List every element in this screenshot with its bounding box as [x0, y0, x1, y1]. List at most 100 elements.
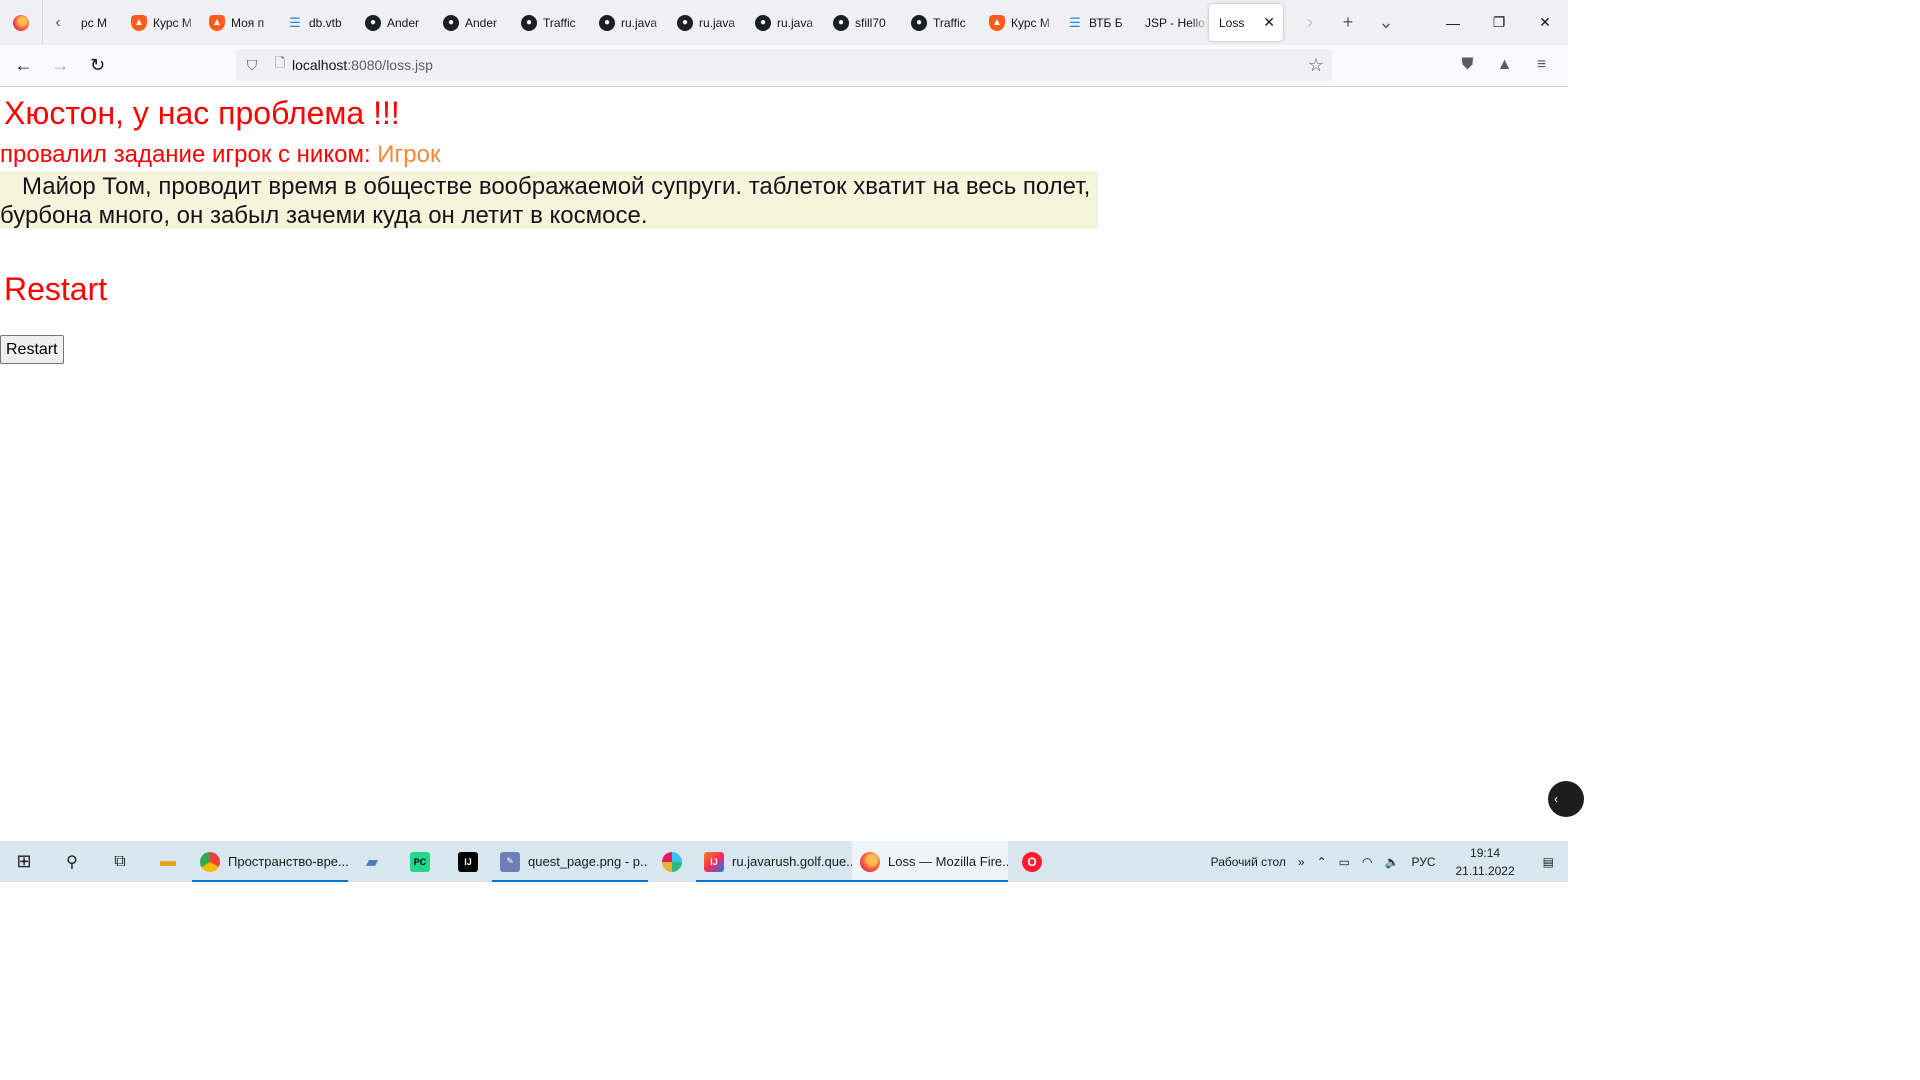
intellij-icon: IJ: [704, 851, 724, 872]
notifications-icon[interactable]: ▤: [1529, 855, 1568, 869]
tab[interactable]: ▲ Курс М: [981, 0, 1059, 45]
wifi-icon[interactable]: ◠: [1356, 855, 1378, 869]
file-explorer-icon[interactable]: ▬: [144, 841, 192, 882]
db-icon: ☰: [1069, 14, 1081, 30]
tab-label: Ander: [465, 15, 498, 30]
pycharm-icon[interactable]: PC: [396, 841, 444, 882]
tab[interactable]: рс М: [73, 0, 123, 45]
volume-icon[interactable]: 🔈: [1379, 855, 1406, 869]
tab[interactable]: ● Ander: [357, 0, 435, 45]
tab[interactable]: ● Traffic: [903, 0, 981, 45]
taskbar-app[interactable]: ✎ quest_page.png - p...: [492, 841, 648, 882]
taskbar-app-active[interactable]: Loss — Mozilla Fire...: [852, 841, 1008, 882]
github-icon: ●: [443, 14, 459, 31]
windows-taskbar: ⊞ ⚲ ⧉ ▬ Пространство-вре... ▰ PC IJ ✎ qu…: [0, 841, 1568, 882]
new-tab-icon[interactable]: +: [1329, 0, 1367, 45]
account-icon[interactable]: ▲: [1486, 49, 1523, 81]
collapse-arrow-icon[interactable]: ‹: [1548, 781, 1584, 817]
tab[interactable]: ● Ander: [435, 0, 513, 45]
tab-label: JSP - Hello: [1145, 15, 1205, 30]
restart-heading: Restart: [4, 271, 108, 307]
list-all-tabs-icon[interactable]: ⌄: [1367, 0, 1405, 45]
taskbar-app-label: quest_page.png - p...: [528, 854, 648, 869]
menu-icon[interactable]: ≡: [1523, 49, 1560, 81]
tracking-protection-shield-icon[interactable]: ⛉: [236, 57, 268, 74]
opera-icon[interactable]: O: [1008, 841, 1056, 882]
tab[interactable]: ☰ ВТБ Б: [1059, 0, 1137, 45]
github-icon: ●: [677, 14, 693, 31]
windows-start-icon[interactable]: ⊞: [0, 841, 48, 882]
tab-label: Курс М: [153, 15, 192, 30]
tab-label: db.vtb: [309, 15, 342, 30]
tab[interactable]: JSP - Hello: [1137, 0, 1209, 45]
tab-label: Ander: [387, 15, 420, 30]
story-text: Майор Том, проводит время в обществе воо…: [0, 171, 1098, 229]
tab-label: ru.java: [621, 15, 658, 30]
tab[interactable]: ● ru.java: [669, 0, 747, 45]
firefox-view-button[interactable]: [0, 0, 43, 45]
slack-icon[interactable]: [648, 841, 696, 882]
remote-desktop-icon[interactable]: ▰: [348, 841, 396, 882]
clock[interactable]: 19:14 21.11.2022: [1441, 844, 1528, 880]
tab-label: sfill70: [855, 15, 886, 30]
reload-icon[interactable]: ↻: [79, 50, 116, 82]
navigation-toolbar: ← → ↻ ⛉ 🗋 localhost:8080/loss.jsp ☆ ⛊ ▲ …: [0, 45, 1568, 87]
chevron-right-icon[interactable]: »: [1292, 855, 1311, 869]
page-info-icon[interactable]: 🗋: [268, 54, 292, 76]
bookmark-star-icon[interactable]: ☆: [1308, 55, 1324, 76]
taskbar-app-label: ru.javarush.golf.que...: [732, 854, 852, 869]
tab-label: ВТБ Б: [1089, 15, 1123, 30]
player-nickname: Игрок: [377, 141, 441, 168]
tab-label: Курс М: [1011, 15, 1050, 30]
tab[interactable]: ● ru.java: [591, 0, 669, 45]
tab-scroll-left-icon[interactable]: ‹: [43, 0, 73, 45]
taskbar-app-label: Пространство-вре...: [228, 854, 348, 869]
tab[interactable]: ● sfill70: [825, 0, 903, 45]
meet-now-icon[interactable]: ▭: [1333, 855, 1356, 869]
brave-icon: ▲: [209, 14, 225, 31]
restart-button[interactable]: Restart: [0, 335, 64, 364]
forward-icon[interactable]: →: [42, 50, 79, 82]
github-icon: ●: [599, 14, 615, 31]
desktop-toolbar-label[interactable]: Рабочий стол: [1205, 855, 1292, 869]
tab-active[interactable]: Loss ✕: [1209, 4, 1283, 41]
url-host: localhost: [292, 57, 348, 73]
brave-icon: ▲: [989, 14, 1005, 31]
firefox-icon: [860, 851, 880, 872]
tab-label: Моя п: [231, 15, 265, 30]
tab-scroll-right-icon[interactable]: ›: [1291, 0, 1329, 45]
tab-label: рс М: [81, 15, 108, 30]
url-bar[interactable]: ⛉ 🗋 localhost:8080/loss.jsp ☆: [236, 49, 1332, 81]
page-headline: Хюстон, у нас проблема !!!: [4, 95, 400, 131]
tab[interactable]: ● Traffic: [513, 0, 591, 45]
restore-window-icon[interactable]: ❐: [1476, 0, 1522, 45]
github-icon: ●: [521, 14, 537, 31]
player-prefix: провалил задание игрок с ником:: [0, 141, 371, 168]
close-window-icon[interactable]: ✕: [1522, 0, 1568, 45]
clock-time: 19:14: [1470, 845, 1501, 860]
firefox-icon: [13, 14, 29, 31]
language-indicator[interactable]: РУС: [1405, 855, 1441, 869]
task-view-icon[interactable]: ⧉: [96, 841, 144, 882]
tab[interactable]: ▲ Моя п: [201, 0, 279, 45]
taskbar-app[interactable]: Пространство-вре...: [192, 841, 348, 882]
pocket-icon[interactable]: ⛊: [1449, 49, 1486, 81]
intellij-icon[interactable]: IJ: [444, 841, 492, 882]
chevron-up-icon[interactable]: ⌃: [1311, 855, 1333, 869]
tab-label: ru.java: [777, 15, 814, 30]
tab[interactable]: ▲ Курс М: [123, 0, 201, 45]
tab[interactable]: ☰ db.vtb: [279, 0, 357, 45]
minimize-window-icon[interactable]: —: [1430, 0, 1476, 45]
back-icon[interactable]: ←: [5, 50, 42, 82]
tab-label: Traffic: [933, 15, 966, 30]
github-icon: ●: [755, 14, 771, 31]
url-text[interactable]: localhost:8080/loss.jsp: [292, 57, 433, 73]
search-icon[interactable]: ⚲: [48, 841, 96, 882]
github-icon: ●: [833, 14, 849, 31]
tab[interactable]: ● ru.java: [747, 0, 825, 45]
chrome-icon: [200, 851, 220, 872]
url-path: :8080/loss.jsp: [347, 57, 433, 73]
taskbar-app[interactable]: IJ ru.javarush.golf.que...: [696, 841, 852, 882]
close-tab-icon[interactable]: ✕: [1263, 14, 1275, 31]
tab-strip: ‹ рс М ▲ Курс М ▲ Моя п ☰ db.vtb ● Ander…: [0, 0, 1568, 45]
